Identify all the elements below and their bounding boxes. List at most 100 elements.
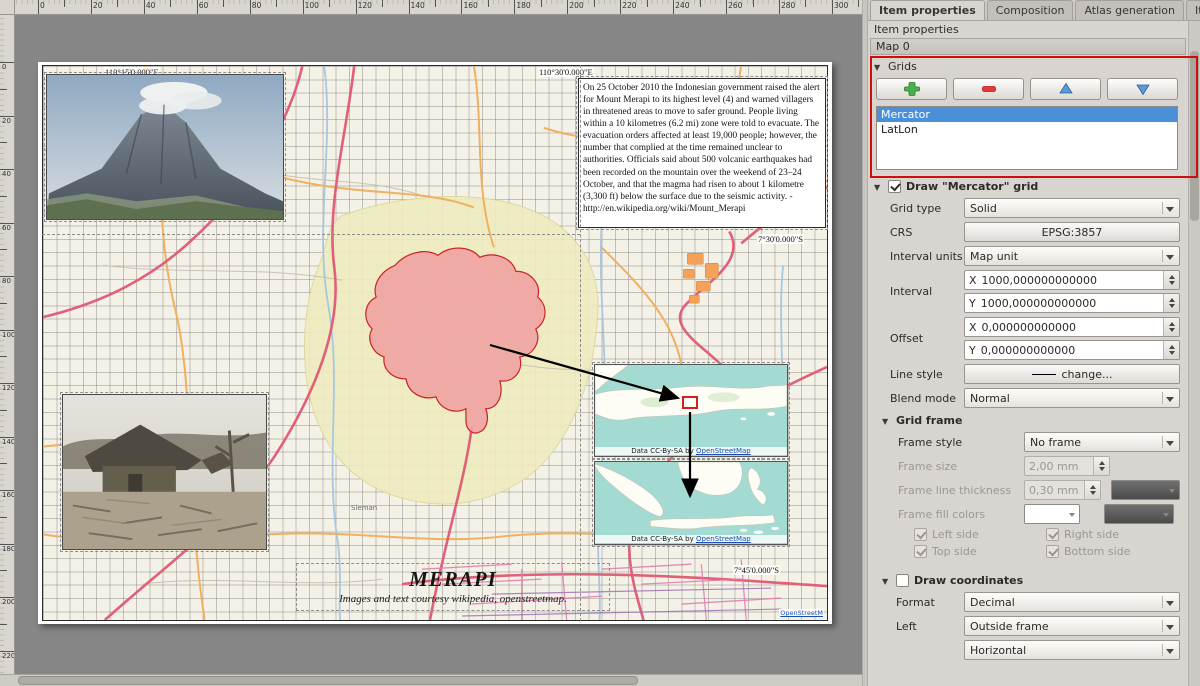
composer-canvas[interactable]: 0204060801001201401601802002202402602803…	[0, 0, 862, 686]
frame-style-select[interactable]: No frame	[1024, 432, 1180, 452]
interval-y-spinbox[interactable]: Y1000,000000000000	[964, 293, 1180, 313]
draw-coordinates-checkbox[interactable]	[896, 574, 909, 587]
ruler-tick	[753, 0, 754, 7]
spin-arrows[interactable]	[1163, 341, 1179, 359]
format-value: Decimal	[970, 596, 1015, 609]
blend-mode-select[interactable]: Normal	[964, 388, 1180, 408]
tab-item-properties[interactable]: Item properties	[870, 0, 985, 20]
spin-arrows[interactable]	[1163, 318, 1179, 336]
ruler-tick	[0, 570, 7, 571]
ruler-label: 120	[2, 384, 15, 392]
ruler-tick	[117, 0, 118, 7]
inset-credit: Data CC-By-SA by OpenStreetMap	[595, 447, 787, 455]
orientation-value: Horizontal	[970, 644, 1026, 657]
draw-grid-header[interactable]: Draw "Mercator" grid	[874, 178, 1180, 194]
map-item-header[interactable]: Map 0	[870, 38, 1186, 55]
overview-map-inset-2[interactable]: Data CC-By-SA by OpenStreetMap	[594, 461, 788, 545]
coordinate-format-select[interactable]: Decimal	[964, 592, 1180, 612]
frame-sides: Left sideRight sideTop sideBottom side	[914, 528, 1180, 558]
openstreetmap-link[interactable]: OpenStreetMap	[696, 535, 751, 543]
ruler-label: 180	[516, 1, 530, 10]
draw-grid-label: Draw "Mercator" grid	[906, 180, 1038, 193]
grid-list[interactable]: MercatorLatLon	[876, 106, 1178, 170]
interval-units-select[interactable]: Map unit	[964, 246, 1180, 266]
ruler-tick	[488, 0, 489, 7]
grid-list-item-latlon[interactable]: LatLon	[877, 122, 1177, 137]
offset-y-spinbox[interactable]: Y0,000000000000	[964, 340, 1180, 360]
spin-arrows[interactable]	[1163, 271, 1179, 289]
ruler-label: 180	[2, 545, 15, 553]
ruler-tick	[0, 303, 7, 304]
grid-list-item-mercator[interactable]: Mercator	[877, 107, 1177, 122]
ruler-tick	[858, 0, 859, 7]
scrollbar-thumb[interactable]	[1190, 51, 1199, 221]
checkbox-box	[1046, 545, 1059, 558]
grid-type-select[interactable]: Solid	[964, 198, 1180, 218]
remove-grid-button[interactable]	[953, 78, 1024, 100]
ruler-label: 140	[2, 438, 15, 446]
ruler-label: 100	[305, 1, 319, 10]
ruler-label: 140	[411, 1, 425, 10]
ruler-tick	[673, 0, 674, 15]
tab-items[interactable]: Items	[1186, 0, 1200, 20]
osm-attribution-link[interactable]: OpenStreetM	[779, 609, 824, 617]
ruler-tick	[832, 0, 833, 15]
ruler-vertical: 020406080100120140160180200220	[0, 15, 15, 674]
frame-line-thickness-label: Frame line thickness	[898, 484, 1024, 497]
openstreetmap-link[interactable]: OpenStreetMap	[696, 447, 751, 455]
ruler-tick	[0, 624, 7, 625]
panel-scrollbar[interactable]	[1188, 21, 1200, 686]
grid-coordinate-label: 110°30'0.000"E	[538, 67, 594, 77]
ruler-label: 240	[675, 1, 689, 10]
ruler-label: 20	[2, 117, 11, 125]
move-grid-down-button[interactable]	[1107, 78, 1178, 100]
composition-page[interactable]: 110°15'0.000"E 110°30'0.000"E 7°30'0.000…	[38, 62, 832, 624]
line-style-label: Line style	[890, 368, 964, 381]
ruler-tick	[620, 0, 621, 15]
ruler-label: 300	[834, 1, 848, 10]
ruler-tick	[170, 0, 171, 7]
tab-composition[interactable]: Composition	[987, 0, 1074, 20]
ruler-tick	[356, 0, 357, 15]
offset-x-spinbox[interactable]: X0,000000000000	[964, 317, 1180, 337]
left-position-select[interactable]: Outside frame	[964, 616, 1180, 636]
ruler-horizontal: 0204060801001201401601802002202402602803…	[15, 0, 862, 15]
photo-destroyed-house[interactable]	[62, 394, 267, 550]
horizontal-scrollbar[interactable]	[0, 674, 862, 686]
tab-atlas-generation[interactable]: Atlas generation	[1075, 0, 1184, 20]
ruler-tick	[223, 0, 224, 7]
draw-coordinates-header[interactable]: Draw coordinates	[882, 572, 1180, 588]
interval-y-value: 1000,000000000000	[981, 297, 1096, 310]
map-subtitle: Images and text courtesy wikipedia, open…	[298, 593, 608, 605]
frame-color-button	[1111, 480, 1180, 500]
overview-map-inset-1[interactable]: Data CC-By-SA by OpenStreetMap	[594, 364, 788, 457]
scrollbar-thumb[interactable]	[18, 676, 638, 685]
item-guide-line	[42, 234, 580, 235]
inset-map-indonesia	[595, 462, 787, 544]
grid-frame-header[interactable]: Grid frame	[882, 412, 1180, 428]
ruler-label: 80	[2, 277, 11, 285]
frame-thickness-value: 0,30 mm	[1029, 484, 1078, 497]
interval-x-spinbox[interactable]: X1000,000000000000	[964, 270, 1180, 290]
article-text-item[interactable]: On 25 October 2010 the Indonesian govern…	[578, 78, 826, 228]
line-style-button[interactable]: change...	[964, 364, 1180, 384]
frame-fill-color-1-button	[1024, 504, 1080, 524]
left-orientation-select[interactable]: Horizontal	[964, 640, 1180, 660]
town-blocks	[683, 253, 718, 303]
ruler-corner	[0, 0, 15, 15]
add-grid-button[interactable]	[876, 78, 947, 100]
frame-thickness-spinbox: 0,30 mm	[1024, 480, 1101, 500]
spin-arrows	[1084, 481, 1100, 499]
ruler-tick	[541, 0, 542, 7]
draw-grid-checkbox[interactable]	[888, 180, 901, 193]
move-grid-up-button[interactable]	[1030, 78, 1101, 100]
map-title-item[interactable]: MERAPI Images and text courtesy wikipedi…	[298, 565, 608, 609]
ruler-label: 220	[622, 1, 636, 10]
ruler-tick	[567, 0, 568, 15]
grids-section-header[interactable]: Grids	[874, 58, 1180, 74]
spin-arrows[interactable]	[1163, 294, 1179, 312]
photo-volcano[interactable]	[46, 74, 284, 220]
crs-button[interactable]: EPSG:3857	[964, 222, 1180, 242]
ruler-label: 100	[2, 331, 15, 339]
offset-y-value: 0,000000000000	[981, 344, 1075, 357]
